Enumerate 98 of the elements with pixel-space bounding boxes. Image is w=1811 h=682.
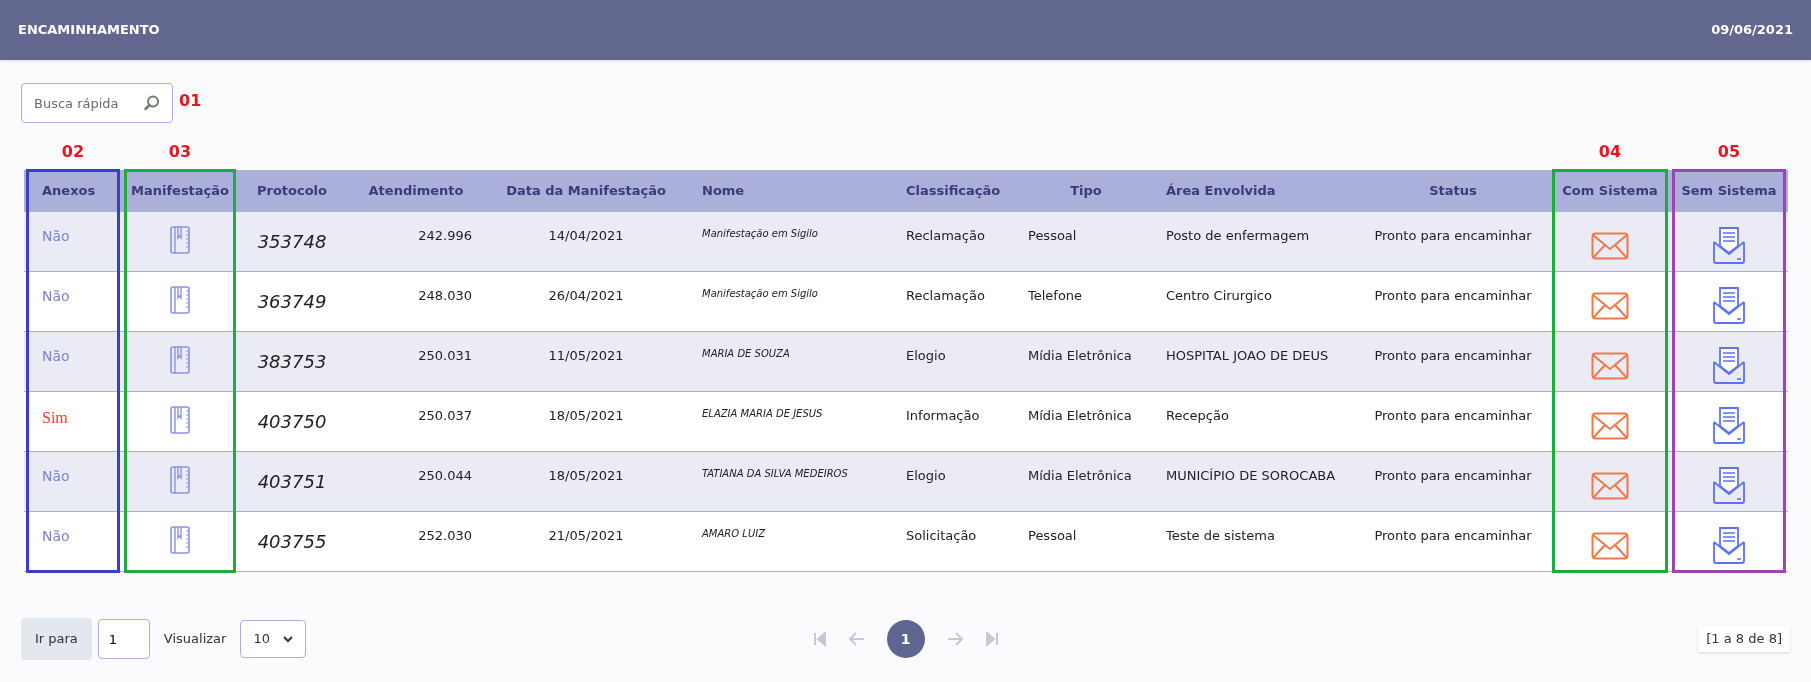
open-mail-icon[interactable] <box>1710 526 1748 564</box>
annotation-label: 02 <box>61 141 85 163</box>
view-label: Visualizar <box>162 630 228 649</box>
annotation-label: 01 <box>179 90 202 112</box>
column-header: Nome <box>702 182 745 201</box>
column-header: Manifestação <box>131 182 229 201</box>
table-cell-text: Elogio <box>906 467 946 485</box>
last-page-icon[interactable] <box>984 632 999 646</box>
attachment-status: Sim <box>42 408 68 428</box>
table-cell-text: Mídia Eletrônica <box>1028 347 1132 365</box>
notebook-icon[interactable] <box>169 466 191 494</box>
table-cell-text: Pronto para encaminhar <box>1374 347 1532 365</box>
table-cell-text: Telefone <box>1028 287 1083 305</box>
attachment-status: Não <box>42 227 70 246</box>
caret-icon <box>283 635 294 643</box>
column-header: Protocolo <box>256 182 327 201</box>
notebook-icon[interactable] <box>169 286 191 314</box>
table-cell-text: 14/04/2021 <box>548 227 624 245</box>
open-mail-icon[interactable] <box>1710 406 1748 444</box>
table-cell-text: 403755 <box>257 530 327 554</box>
table-cell-text: Teste de sistema <box>1166 527 1275 545</box>
page-number-field[interactable]: 1 <box>97 619 150 659</box>
table-cell-text: 383753 <box>257 350 327 374</box>
table-cell-text: Pronto para encaminhar <box>1374 467 1532 485</box>
page-title: ENCAMINHAMENTO <box>18 21 160 40</box>
table-cell-text: Posto de enfermagem <box>1166 227 1310 245</box>
column-header: Com Sistema <box>1562 182 1658 201</box>
table-cell-text: 363749 <box>257 290 327 314</box>
attachment-status: Não <box>42 347 70 366</box>
column-header: Área Envolvida <box>1166 182 1276 201</box>
table-cell-text: Pronto para encaminhar <box>1374 227 1532 245</box>
table-cell-text: Mídia Eletrônica <box>1028 467 1132 485</box>
table-cell-text: Pessoal <box>1028 527 1077 545</box>
previous-page-icon[interactable] <box>848 632 865 646</box>
column-header: Sem Sistema <box>1681 182 1777 201</box>
table-cell-text: Manifestação em Sigilo <box>702 227 818 241</box>
table-cell-text: MUNICÍPIO DE SOROCABA <box>1166 467 1336 485</box>
open-mail-icon[interactable] <box>1710 286 1748 324</box>
open-mail-icon[interactable] <box>1710 226 1748 264</box>
notebook-icon[interactable] <box>169 346 191 374</box>
table-cell-text: Reclamação <box>906 227 985 245</box>
table-cell-text: Elogio <box>906 347 946 365</box>
table-cell-text: 11/05/2021 <box>548 347 624 365</box>
table-cell-text: Centro Cirurgico <box>1166 287 1272 305</box>
table-cell-text: Reclamação <box>906 287 985 305</box>
column-header: Anexos <box>42 182 96 201</box>
table-cell-text: 250.031 <box>418 347 472 365</box>
notebook-icon[interactable] <box>169 406 191 434</box>
table-cell-text: 21/05/2021 <box>548 527 624 545</box>
attachment-status: Não <box>42 287 70 306</box>
column-header: Atendimento <box>368 182 464 201</box>
search-field[interactable]: Busca rápida <box>21 83 173 123</box>
column-header: Tipo <box>1070 182 1102 201</box>
annotation-label: 05 <box>1717 141 1741 163</box>
table-cell-text: MARIA DE SOUZA <box>702 347 790 361</box>
column-header: Data da Manifestação <box>506 182 666 201</box>
table-cell-text: 403751 <box>257 470 327 494</box>
table-cell-text: 18/05/2021 <box>548 467 624 485</box>
table-cell-text: 353748 <box>257 230 327 254</box>
table-cell-text: 250.037 <box>418 407 472 425</box>
table-cell-text: 248.030 <box>418 287 472 305</box>
open-mail-icon[interactable] <box>1710 466 1748 504</box>
notebook-icon[interactable] <box>169 226 191 254</box>
table-cell-text: AMARO LUIZ <box>702 527 765 541</box>
table-cell-text: 242.996 <box>418 227 472 245</box>
column-header: Status <box>1429 182 1477 201</box>
table-cell-text: HOSPITAL JOAO DE DEUS <box>1166 347 1329 365</box>
table-cell-text: 403750 <box>257 410 327 434</box>
annotation-label: 03 <box>168 141 192 163</box>
page-button[interactable]: 1 <box>886 620 925 658</box>
table-cell-text: Informação <box>906 407 980 425</box>
page-size-select[interactable]: 10 <box>240 620 307 658</box>
header-date: 09/06/2021 <box>1711 21 1793 40</box>
column-header: Classificação <box>906 182 1001 201</box>
table-cell-text: 26/04/2021 <box>548 287 624 305</box>
search-icon <box>143 94 161 112</box>
record-range: [1 a 8 de 8] <box>1698 626 1790 652</box>
table-cell-text: Recepção <box>1166 407 1229 425</box>
table-cell-text: TATIANA DA SILVA MEDEIROS <box>702 467 848 481</box>
table-cell-text: Solicitação <box>906 527 977 545</box>
table-cell-text: Manifestação em Sigilo <box>702 287 818 301</box>
open-mail-icon[interactable] <box>1710 346 1748 384</box>
table-cell-text: Pronto para encaminhar <box>1374 527 1532 545</box>
next-page-icon[interactable] <box>946 632 963 646</box>
notebook-icon[interactable] <box>169 526 191 554</box>
annotation-label: 04 <box>1598 141 1622 163</box>
table-cell-text: Pronto para encaminhar <box>1374 407 1532 425</box>
table-cell-text: 18/05/2021 <box>548 407 624 425</box>
table-cell-text: Pessoal <box>1028 227 1077 245</box>
goto-button[interactable]: Ir para <box>21 618 92 660</box>
table-cell-text: 250.044 <box>418 467 472 485</box>
table-cell-text: Mídia Eletrônica <box>1028 407 1132 425</box>
attachment-status: Não <box>42 527 70 546</box>
first-page-icon[interactable] <box>812 632 827 646</box>
table-cell-text: 252.030 <box>418 527 472 545</box>
table-cell-text: Pronto para encaminhar <box>1374 287 1532 305</box>
table-cell-text: ELAZIA MARIA DE JESUS <box>702 407 823 421</box>
attachment-status: Não <box>42 467 70 486</box>
